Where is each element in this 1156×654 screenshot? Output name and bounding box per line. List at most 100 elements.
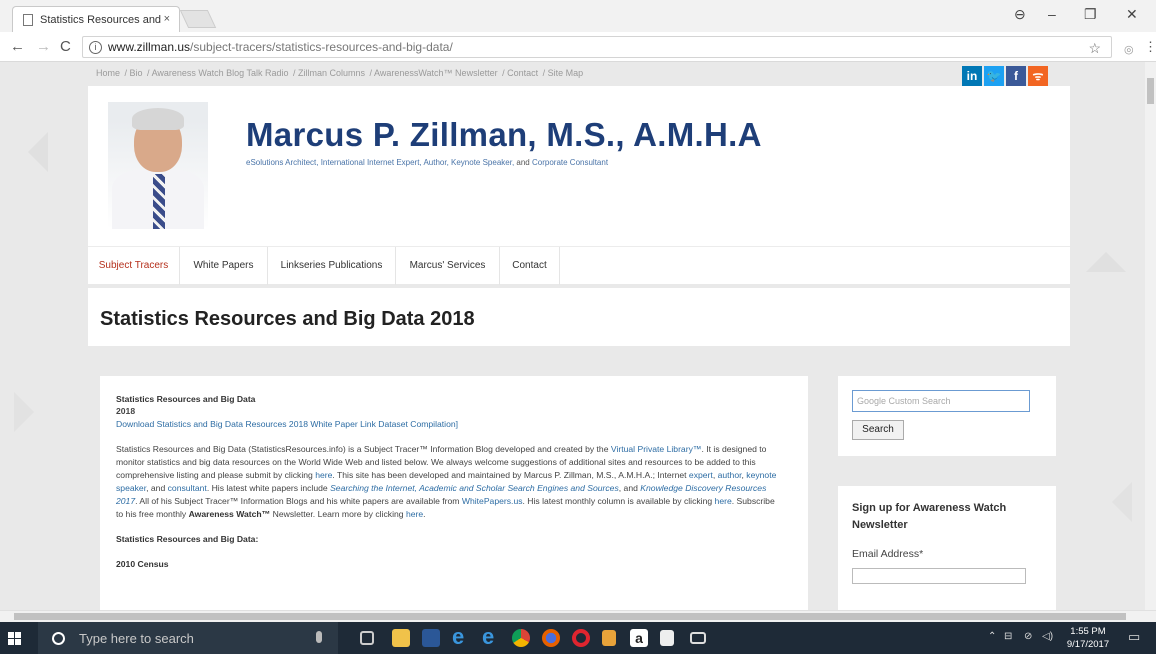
url-path: /subject-tracers/statistics-resources-an… xyxy=(190,40,453,54)
census-heading: 2010 Census xyxy=(116,559,169,570)
notes-icon[interactable] xyxy=(602,630,616,646)
main-nav: Subject Tracers White Papers Linkseries … xyxy=(88,246,1070,285)
nav-linkseries[interactable]: Linkseries Publications xyxy=(268,247,396,285)
topnav-newsletter[interactable]: AwarenessWatch™ Newsletter xyxy=(374,68,498,78)
extension-icon[interactable]: ◎ xyxy=(1124,43,1134,56)
page-title-box: Statistics Resources and Big Data 2018 xyxy=(88,288,1070,346)
address-bar[interactable]: i www.zillman.us/subject-tracers/statist… xyxy=(82,36,1112,58)
opera-icon[interactable] xyxy=(572,629,590,647)
tagline-and: and xyxy=(516,158,530,167)
notification-icon[interactable]: ▭ xyxy=(1128,629,1140,645)
info-icon[interactable]: i xyxy=(89,40,102,54)
location-icon[interactable]: ⊘ xyxy=(1024,631,1032,642)
windows-start-icon[interactable] xyxy=(8,632,21,645)
search-widget: Google Custom Search Search xyxy=(838,376,1056,456)
resources-subheading: Statistics Resources and Big Data: xyxy=(116,534,259,545)
new-tab-button[interactable] xyxy=(179,10,217,28)
close-window-button[interactable]: ✕ xyxy=(1126,6,1138,23)
ie-icon[interactable]: e xyxy=(452,624,470,649)
author-photo xyxy=(108,102,208,229)
topnav-home[interactable]: Home xyxy=(96,68,120,78)
vpl-link[interactable]: Virtual Private Library™ xyxy=(611,444,702,454)
search-button[interactable]: Search xyxy=(852,420,904,440)
cortana-icon xyxy=(52,631,65,645)
nav-contact[interactable]: Contact xyxy=(500,247,560,285)
forward-icon[interactable]: → xyxy=(36,38,51,55)
page-title: Statistics Resources and Big Data 2018 xyxy=(100,308,475,330)
browser-toolbar: ← → C i www.zillman.us/subject-tracers/s… xyxy=(0,32,1156,62)
taskbar-search[interactable]: Type here to search xyxy=(38,622,338,654)
store-icon[interactable] xyxy=(660,630,674,646)
show-hidden-icons[interactable]: ⌃ xyxy=(988,631,996,642)
email-label: Email Address* xyxy=(852,548,924,560)
topnav-bio[interactable]: Bio xyxy=(130,68,143,78)
email-field[interactable] xyxy=(852,568,1026,584)
taskbar-search-placeholder: Type here to search xyxy=(79,630,194,646)
browser-tabstrip: Statistics Resources and × ⊖ – ❐ ✕ xyxy=(0,0,1156,32)
bookmark-star-icon[interactable]: ☆ xyxy=(1088,40,1101,57)
clock-time: 1:55 PM xyxy=(1070,626,1106,637)
reload-icon[interactable]: C xyxy=(60,38,71,55)
menu-icon[interactable]: ⋮ xyxy=(1144,39,1156,55)
top-utility-nav: Home / Bio / Awareness Watch Blog Talk R… xyxy=(96,68,584,78)
topnav-columns[interactable]: Zillman Columns xyxy=(298,68,365,78)
browser-tab[interactable]: Statistics Resources and × xyxy=(12,6,180,32)
minimize-button[interactable]: – xyxy=(1048,6,1056,22)
vertical-scrollbar[interactable] xyxy=(1145,62,1156,610)
back-icon[interactable]: ← xyxy=(10,38,25,55)
word-icon[interactable] xyxy=(422,629,440,647)
column-here-link[interactable]: here xyxy=(715,496,732,506)
file-explorer-icon[interactable] xyxy=(392,629,410,647)
tab-close-button[interactable]: × xyxy=(164,13,170,25)
google-search-input[interactable]: Google Custom Search xyxy=(852,390,1030,412)
bg-decoration xyxy=(1092,482,1132,522)
content-title: Statistics Resources and Big Data xyxy=(116,394,256,404)
system-clock[interactable]: 1:55 PM 9/17/2017 xyxy=(1066,625,1110,651)
paper1-link[interactable]: Searching the Internet, Academic and Sch… xyxy=(330,483,619,493)
horizontal-scrollbar[interactable] xyxy=(0,610,1156,622)
amazon-icon[interactable]: a xyxy=(630,629,648,647)
site-name[interactable]: Marcus P. Zillman, M.S., A.M.H.A xyxy=(246,116,762,154)
volume-icon[interactable]: ◁) xyxy=(1042,631,1053,642)
url-host: www.zillman.us xyxy=(108,40,191,54)
tagline-roles: eSolutions Architect, International Inte… xyxy=(246,158,515,167)
tagline-consultant: Corporate Consultant xyxy=(532,158,609,167)
chrome-icon[interactable] xyxy=(512,629,530,647)
consultant-link[interactable]: consultant xyxy=(168,483,207,493)
download-link[interactable]: Download Statistics and Big Data Resourc… xyxy=(116,419,792,429)
topnav-sitemap[interactable]: Site Map xyxy=(548,68,584,78)
firefox-icon[interactable] xyxy=(542,629,560,647)
rss-icon[interactable]: ᯤ xyxy=(1028,66,1048,86)
nav-subject-tracers[interactable]: Subject Tracers xyxy=(88,247,180,285)
topnav-radio[interactable]: Awareness Watch Blog Talk Radio xyxy=(152,68,289,78)
tab-title: Statistics Resources and xyxy=(40,13,162,26)
learn-more-link[interactable]: here xyxy=(406,509,423,519)
network-icon[interactable]: ⊟ xyxy=(1004,631,1012,642)
nav-white-papers[interactable]: White Papers xyxy=(180,247,268,285)
edge-icon[interactable]: e xyxy=(482,624,500,649)
bg-decoration xyxy=(14,392,54,432)
facebook-icon[interactable]: f xyxy=(1006,66,1026,86)
microphone-icon[interactable] xyxy=(316,631,322,643)
restore-button[interactable]: ❐ xyxy=(1084,6,1097,23)
main-content: Statistics Resources and Big Data 2018 D… xyxy=(100,376,808,610)
twitter-icon[interactable]: 🐦 xyxy=(984,66,1004,86)
submit-here-link[interactable]: here xyxy=(315,470,332,480)
taskbar: Type here to search e e a ⌃ ⊟ ⊘ ◁) 1:55 … xyxy=(0,622,1156,654)
clock-date: 9/17/2017 xyxy=(1066,639,1110,650)
profile-icon[interactable]: ⊖ xyxy=(1014,6,1026,23)
bg-decoration xyxy=(1086,232,1126,272)
newsletter-widget: Sign up for Awareness Watch Newsletter E… xyxy=(838,486,1056,610)
author-link[interactable]: author xyxy=(718,470,742,480)
nav-services[interactable]: Marcus' Services xyxy=(396,247,500,285)
whitepapers-link[interactable]: WhitePapers.us xyxy=(462,496,523,506)
topnav-contact[interactable]: Contact xyxy=(507,68,538,78)
mail-icon[interactable] xyxy=(690,632,706,644)
linkedin-icon[interactable]: in xyxy=(962,66,982,86)
site-header: Marcus P. Zillman, M.S., A.M.H.A eSoluti… xyxy=(88,86,1070,246)
expert-link[interactable]: expert xyxy=(689,470,713,480)
intro-paragraph: Statistics Resources and Big Data (Stati… xyxy=(116,444,777,520)
page-icon xyxy=(23,13,33,26)
newsletter-title: Sign up for Awareness Watch Newsletter xyxy=(852,502,1007,532)
task-view-icon[interactable] xyxy=(360,631,374,645)
